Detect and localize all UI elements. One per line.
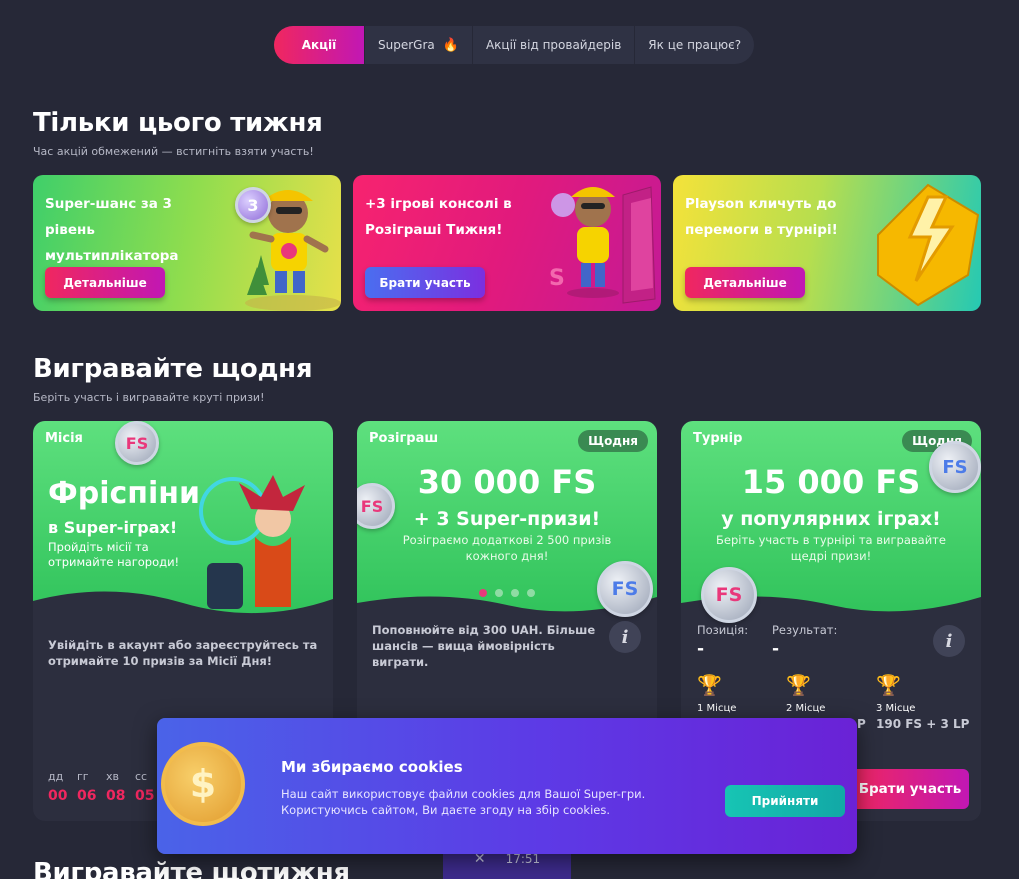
raffle-line3: Розіграємо додаткові 2 500 призів <box>402 533 612 547</box>
lightning-gem-icon <box>877 183 980 307</box>
silver-trophy-icon: 🏆 <box>786 673 811 697</box>
carousel-dot[interactable] <box>511 589 519 597</box>
place-prize: 190 FS + 3 LP <box>876 717 970 731</box>
card-tag: Розіграш <box>369 431 439 446</box>
raffle-body: Поповнюйте від 300 UAH. Більше шансів — … <box>372 623 596 669</box>
countdown-minutes: 08 <box>106 788 126 804</box>
participate-button[interactable]: Брати участь <box>851 769 969 809</box>
tab-label: Акції від провайдерів <box>485 38 622 52</box>
tournament-headline: 15 000 FS <box>741 463 921 501</box>
mission-line4: отримайте нагороди! <box>48 555 180 569</box>
daily-section-title: Вигравайте щодня <box>33 354 313 384</box>
fs-coin: FS <box>115 421 159 465</box>
mission-headline: Фріспіни <box>48 476 201 511</box>
promo-tabs: Акції SuperGra 🔥 Акції від провайдерів Як… <box>274 26 755 64</box>
bronze-trophy-icon: 🏆 <box>876 673 901 697</box>
gold-trophy-icon: 🏆 <box>697 673 722 697</box>
tournament-line2: у популярних іграх! <box>721 508 941 530</box>
tab-how-it-works[interactable]: Як це працює? <box>634 26 754 64</box>
svg-text:S: S <box>549 266 565 291</box>
cookie-text-line1: Наш сайт використовує файли cookies для … <box>281 787 646 801</box>
cookie-text-line2: Користуючись сайтом, Ви даєте згоду на з… <box>281 803 610 817</box>
weekly-section-title: Тільки цього тижня <box>33 108 323 138</box>
tab-provider-promotions[interactable]: Акції від провайдерів <box>471 26 634 64</box>
daily-badge: Щодня <box>578 430 648 452</box>
countdown-label: дд <box>48 770 64 783</box>
countdown-label: хв <box>106 770 119 783</box>
card-tag: Турнір <box>693 431 743 446</box>
countdown-days: 00 <box>48 788 68 804</box>
position-value: - <box>697 639 705 659</box>
countdown-label: сс <box>135 770 148 783</box>
raffle-line2: + 3 Super-призи! <box>413 508 601 530</box>
raffle-headline: 30 000 FS <box>417 463 597 501</box>
carousel-dot[interactable] <box>495 589 503 597</box>
countdown-labels: дд гг хв сс <box>48 770 155 783</box>
promo-title: +3 ігрові консолі в Розіграші Тижня! <box>365 196 512 238</box>
fs-coin: FS <box>597 561 653 617</box>
cookie-symbol: $ <box>189 762 217 806</box>
result-label: Результат: <box>772 623 838 637</box>
carousel-dot-active[interactable] <box>479 589 487 597</box>
details-button[interactable]: Детальніше <box>685 267 805 298</box>
countdown-label: гг <box>77 770 89 783</box>
countdown-seconds: 05 <box>135 788 155 804</box>
promo-card-playson[interactable]: Playson кличуть до перемоги в турнірі! Д… <box>673 175 981 311</box>
position-label: Позиція: <box>697 623 749 637</box>
mission-body: Увійдіть в акаунт або зареєструйтесь та … <box>48 638 318 668</box>
result-value: - <box>772 639 780 659</box>
tab-label: Як це працює? <box>648 38 742 52</box>
tab-supergra[interactable]: SuperGra 🔥 <box>364 26 472 64</box>
tournament-line4: щедрі призи! <box>790 549 872 563</box>
mission-line3: Пройдіть місії та <box>48 540 149 554</box>
place-prize: P <box>857 717 866 731</box>
promo-card-consoles[interactable]: +3 ігрові консолі в Розіграші Тижня! Бра… <box>353 175 661 311</box>
cookie-title: Ми збираємо cookies <box>281 758 463 776</box>
countdown-hours: 06 <box>77 788 97 804</box>
info-icon[interactable]: i <box>933 625 965 657</box>
mascot-console-illustration: S <box>549 186 656 304</box>
card-tag: Місія <box>45 431 83 446</box>
promotions-page: Акції SuperGra 🔥 Акції від провайдерів Як… <box>0 0 1019 879</box>
tab-label: Акції <box>301 38 337 52</box>
level-badge: 3 <box>235 187 271 223</box>
accept-cookies-button[interactable]: Прийняти <box>725 785 845 817</box>
tab-label: SuperGra <box>378 38 435 52</box>
promo-title: Playson кличуть до перемоги в турнірі! <box>685 196 838 238</box>
info-icon[interactable]: i <box>609 621 641 653</box>
weekly-section-subtitle: Час акцій обмежений — встигніть взяти уч… <box>33 145 314 158</box>
cookie-banner: $ Ми збираємо cookies Наш сайт використо… <box>157 718 857 854</box>
place-label: 3 Місце <box>876 703 916 714</box>
place-label: 2 Місце <box>786 703 826 714</box>
tab-promotions[interactable]: Акції <box>274 26 364 64</box>
carousel-dot[interactable] <box>527 589 535 597</box>
place-label: 1 Місце <box>697 703 737 714</box>
countdown-timer: 00 06 08 05 <box>48 788 155 804</box>
participate-button[interactable]: Брати участь <box>365 267 485 298</box>
cookie-icon: $ <box>161 742 245 826</box>
fire-icon: 🔥 <box>442 37 459 53</box>
fs-coin: FS <box>701 567 757 623</box>
raffle-line4: кожного дня! <box>465 549 549 563</box>
details-button[interactable]: Детальніше <box>45 267 165 298</box>
promo-card-multiplier[interactable]: Super-шанс за 3 рівень мультиплікатора д… <box>33 175 341 311</box>
weekly-wins-section-title: Вигравайте щотижня <box>33 858 350 879</box>
tournament-line3: Беріть участь в турнірі та вигравайте <box>716 533 946 547</box>
daily-section-subtitle: Беріть участь і вигравайте круті призи! <box>33 391 265 404</box>
jester-illustration <box>199 475 305 609</box>
mission-line2: в Super-іграх! <box>48 518 178 537</box>
